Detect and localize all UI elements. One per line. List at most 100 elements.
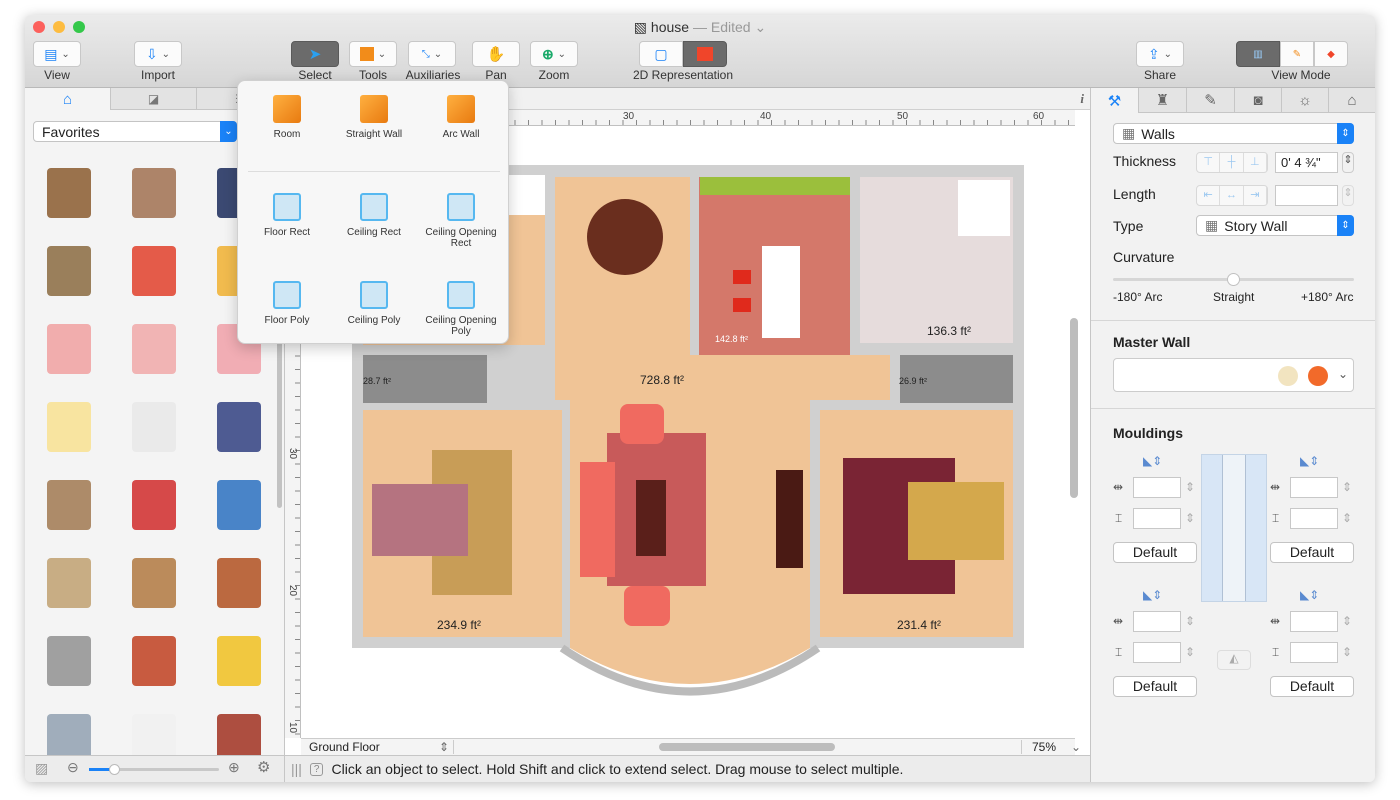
moulding-width-input[interactable] — [1290, 611, 1338, 632]
help-icon[interactable]: ? — [309, 762, 324, 776]
tab-edit[interactable]: ✎ — [1187, 88, 1235, 113]
wall-type-select[interactable]: ▦ Story Wall ⇕ — [1196, 215, 1354, 236]
thickness-alignment[interactable]: ⊤ ┼ ⊥ — [1196, 152, 1268, 173]
moulding-profile-icon[interactable]: ◣⇕ — [1300, 454, 1319, 468]
library-item-bathtub[interactable] — [132, 402, 176, 452]
library-item-window[interactable] — [132, 168, 176, 218]
align-top-icon[interactable]: ⊤ — [1197, 153, 1221, 172]
flip-button[interactable]: ◭ — [1217, 650, 1251, 670]
stepper-icon[interactable]: ⇕ — [1342, 511, 1352, 525]
tool-arc-wall[interactable]: Arc Wall — [416, 95, 506, 140]
library-item-red-chair[interactable] — [132, 246, 176, 296]
moulding-profile-icon[interactable]: ◣⇕ — [1300, 588, 1319, 602]
zoom-button[interactable]: ⊕ ⌄ — [530, 41, 578, 67]
tool-ceiling-rect[interactable]: Ceiling Rect — [329, 193, 419, 238]
thumbnail-size-slider[interactable] — [89, 764, 219, 775]
tools-button[interactable]: ⌄ — [349, 41, 397, 67]
arrow-right-icon[interactable]: ⇥ — [1244, 186, 1267, 205]
view-mode-2d-button[interactable]: ▥ — [1236, 41, 1280, 67]
tab-paint[interactable]: ♜ — [1139, 88, 1187, 113]
tool-ceiling-poly[interactable]: Ceiling Poly — [329, 281, 419, 326]
zoom-out-icon[interactable]: ⊖ — [67, 759, 79, 776]
library-item-door[interactable] — [47, 168, 91, 218]
moulding-width-input[interactable] — [1133, 477, 1181, 498]
drag-handle-icon[interactable]: ||| — [291, 761, 302, 777]
tool-ceiling-opening-rect[interactable]: Ceiling Opening Rect — [416, 193, 506, 249]
thickness-input[interactable]: 0' 4 ¾" — [1275, 152, 1338, 173]
tool-ceiling-opening-poly[interactable]: Ceiling Opening Poly — [416, 281, 506, 337]
view-mode-edit-button[interactable]: ✎ — [1280, 41, 1314, 67]
image-icon[interactable]: ▨ — [35, 760, 48, 777]
library-item-yellow-sofa[interactable] — [47, 402, 91, 452]
library-item-teapot[interactable] — [217, 636, 261, 686]
floor-select[interactable]: Ground Floor ⇕ — [309, 740, 454, 754]
stepper-icon[interactable]: ⇕ — [1342, 614, 1352, 628]
representation-plain-button[interactable]: ▢ — [639, 41, 683, 67]
tool-floor-rect[interactable]: Floor Rect — [242, 193, 332, 238]
tab-building[interactable]: ⌂ — [1329, 88, 1375, 113]
moulding-profile-icon[interactable]: ◣⇕ — [1143, 588, 1162, 602]
length-alignment[interactable]: ⇤ ↔ ⇥ — [1196, 185, 1268, 206]
library-item-blue-bed[interactable] — [217, 402, 261, 452]
zoom-select[interactable]: 75% ⌄ — [1021, 740, 1083, 754]
stepper-icon[interactable]: ⇕ — [1185, 645, 1195, 659]
tab-light[interactable]: ☼ — [1282, 88, 1329, 113]
tab-measure[interactable]: ⚒ — [1091, 88, 1139, 113]
tab-materials[interactable]: ◪ — [111, 88, 197, 110]
library-item-heater[interactable] — [47, 636, 91, 686]
library-item-wood-chair[interactable] — [47, 558, 91, 608]
view-mode-3d-button[interactable]: ◆ — [1314, 41, 1348, 67]
thickness-stepper[interactable]: ⇕ — [1342, 152, 1354, 173]
arrow-left-icon[interactable]: ⇤ — [1197, 186, 1221, 205]
import-button[interactable]: ⇩ ⌄ — [134, 41, 182, 67]
master-wall-select[interactable]: ⌄ — [1113, 358, 1354, 392]
zoom-in-icon[interactable]: ⊕ — [228, 759, 240, 776]
library-item-bonsai[interactable] — [217, 558, 261, 608]
stepper-icon[interactable]: ⇕ — [1342, 480, 1352, 494]
moulding-height-input[interactable] — [1290, 642, 1338, 663]
library-item-red-chair-2[interactable] — [132, 480, 176, 530]
gear-icon[interactable]: ⚙ — [257, 758, 270, 776]
moulding-default-button[interactable]: Default — [1113, 676, 1197, 697]
moulding-profile-icon[interactable]: ◣⇕ — [1143, 454, 1162, 468]
slider-thumb[interactable] — [1227, 273, 1240, 286]
moulding-default-button[interactable]: Default — [1270, 676, 1354, 697]
select-button[interactable]: ➤ — [291, 41, 339, 67]
curvature-slider[interactable] — [1113, 273, 1354, 286]
library-item-pink-armchair-2[interactable] — [132, 324, 176, 374]
library-item-blue-chair[interactable] — [217, 480, 261, 530]
length-input[interactable] — [1275, 185, 1338, 206]
object-category-select[interactable]: ▦ Walls ⇕ — [1113, 123, 1354, 144]
moulding-default-button[interactable]: Default — [1113, 542, 1197, 563]
moulding-default-button[interactable]: Default — [1270, 542, 1354, 563]
representation-textured-button[interactable] — [683, 41, 727, 67]
align-center-icon[interactable]: ┼ — [1220, 153, 1244, 172]
tool-room[interactable]: Room — [242, 95, 332, 140]
auxiliaries-button[interactable]: ⤡ ⌄ — [408, 41, 456, 67]
tool-straight-wall[interactable]: Straight Wall — [329, 95, 419, 140]
library-item-fireplace[interactable] — [132, 636, 176, 686]
library-item-wood-bed[interactable] — [47, 480, 91, 530]
horizontal-scrollbar[interactable] — [659, 743, 835, 751]
tab-furniture[interactable]: ⌂ — [25, 88, 111, 110]
length-stepper[interactable]: ⇕ — [1342, 185, 1354, 206]
stepper-icon[interactable]: ⇕ — [1185, 480, 1195, 494]
vertical-scrollbar[interactable] — [1070, 318, 1078, 498]
tab-camera[interactable]: ◙ — [1235, 88, 1282, 113]
stepper-icon[interactable]: ⇕ — [1185, 614, 1195, 628]
library-item-pink-armchair[interactable] — [47, 324, 91, 374]
moulding-width-input[interactable] — [1133, 611, 1181, 632]
category-select[interactable]: Favorites ⌄ — [33, 121, 237, 142]
library-item-clock[interactable] — [47, 246, 91, 296]
align-bottom-icon[interactable]: ⊥ — [1244, 153, 1267, 172]
arrow-both-icon[interactable]: ↔ — [1220, 186, 1244, 205]
moulding-height-input[interactable] — [1133, 508, 1181, 529]
library-item-bookshelf[interactable] — [132, 558, 176, 608]
stepper-icon[interactable]: ⇕ — [1185, 511, 1195, 525]
stepper-icon[interactable]: ⇕ — [1342, 645, 1352, 659]
tool-floor-poly[interactable]: Floor Poly — [242, 281, 332, 326]
view-button[interactable]: ▤ ⌄ — [33, 41, 81, 67]
moulding-width-input[interactable] — [1290, 477, 1338, 498]
share-button[interactable]: ⇪ ⌄ — [1136, 41, 1184, 67]
pan-button[interactable]: ✋ — [472, 41, 520, 67]
